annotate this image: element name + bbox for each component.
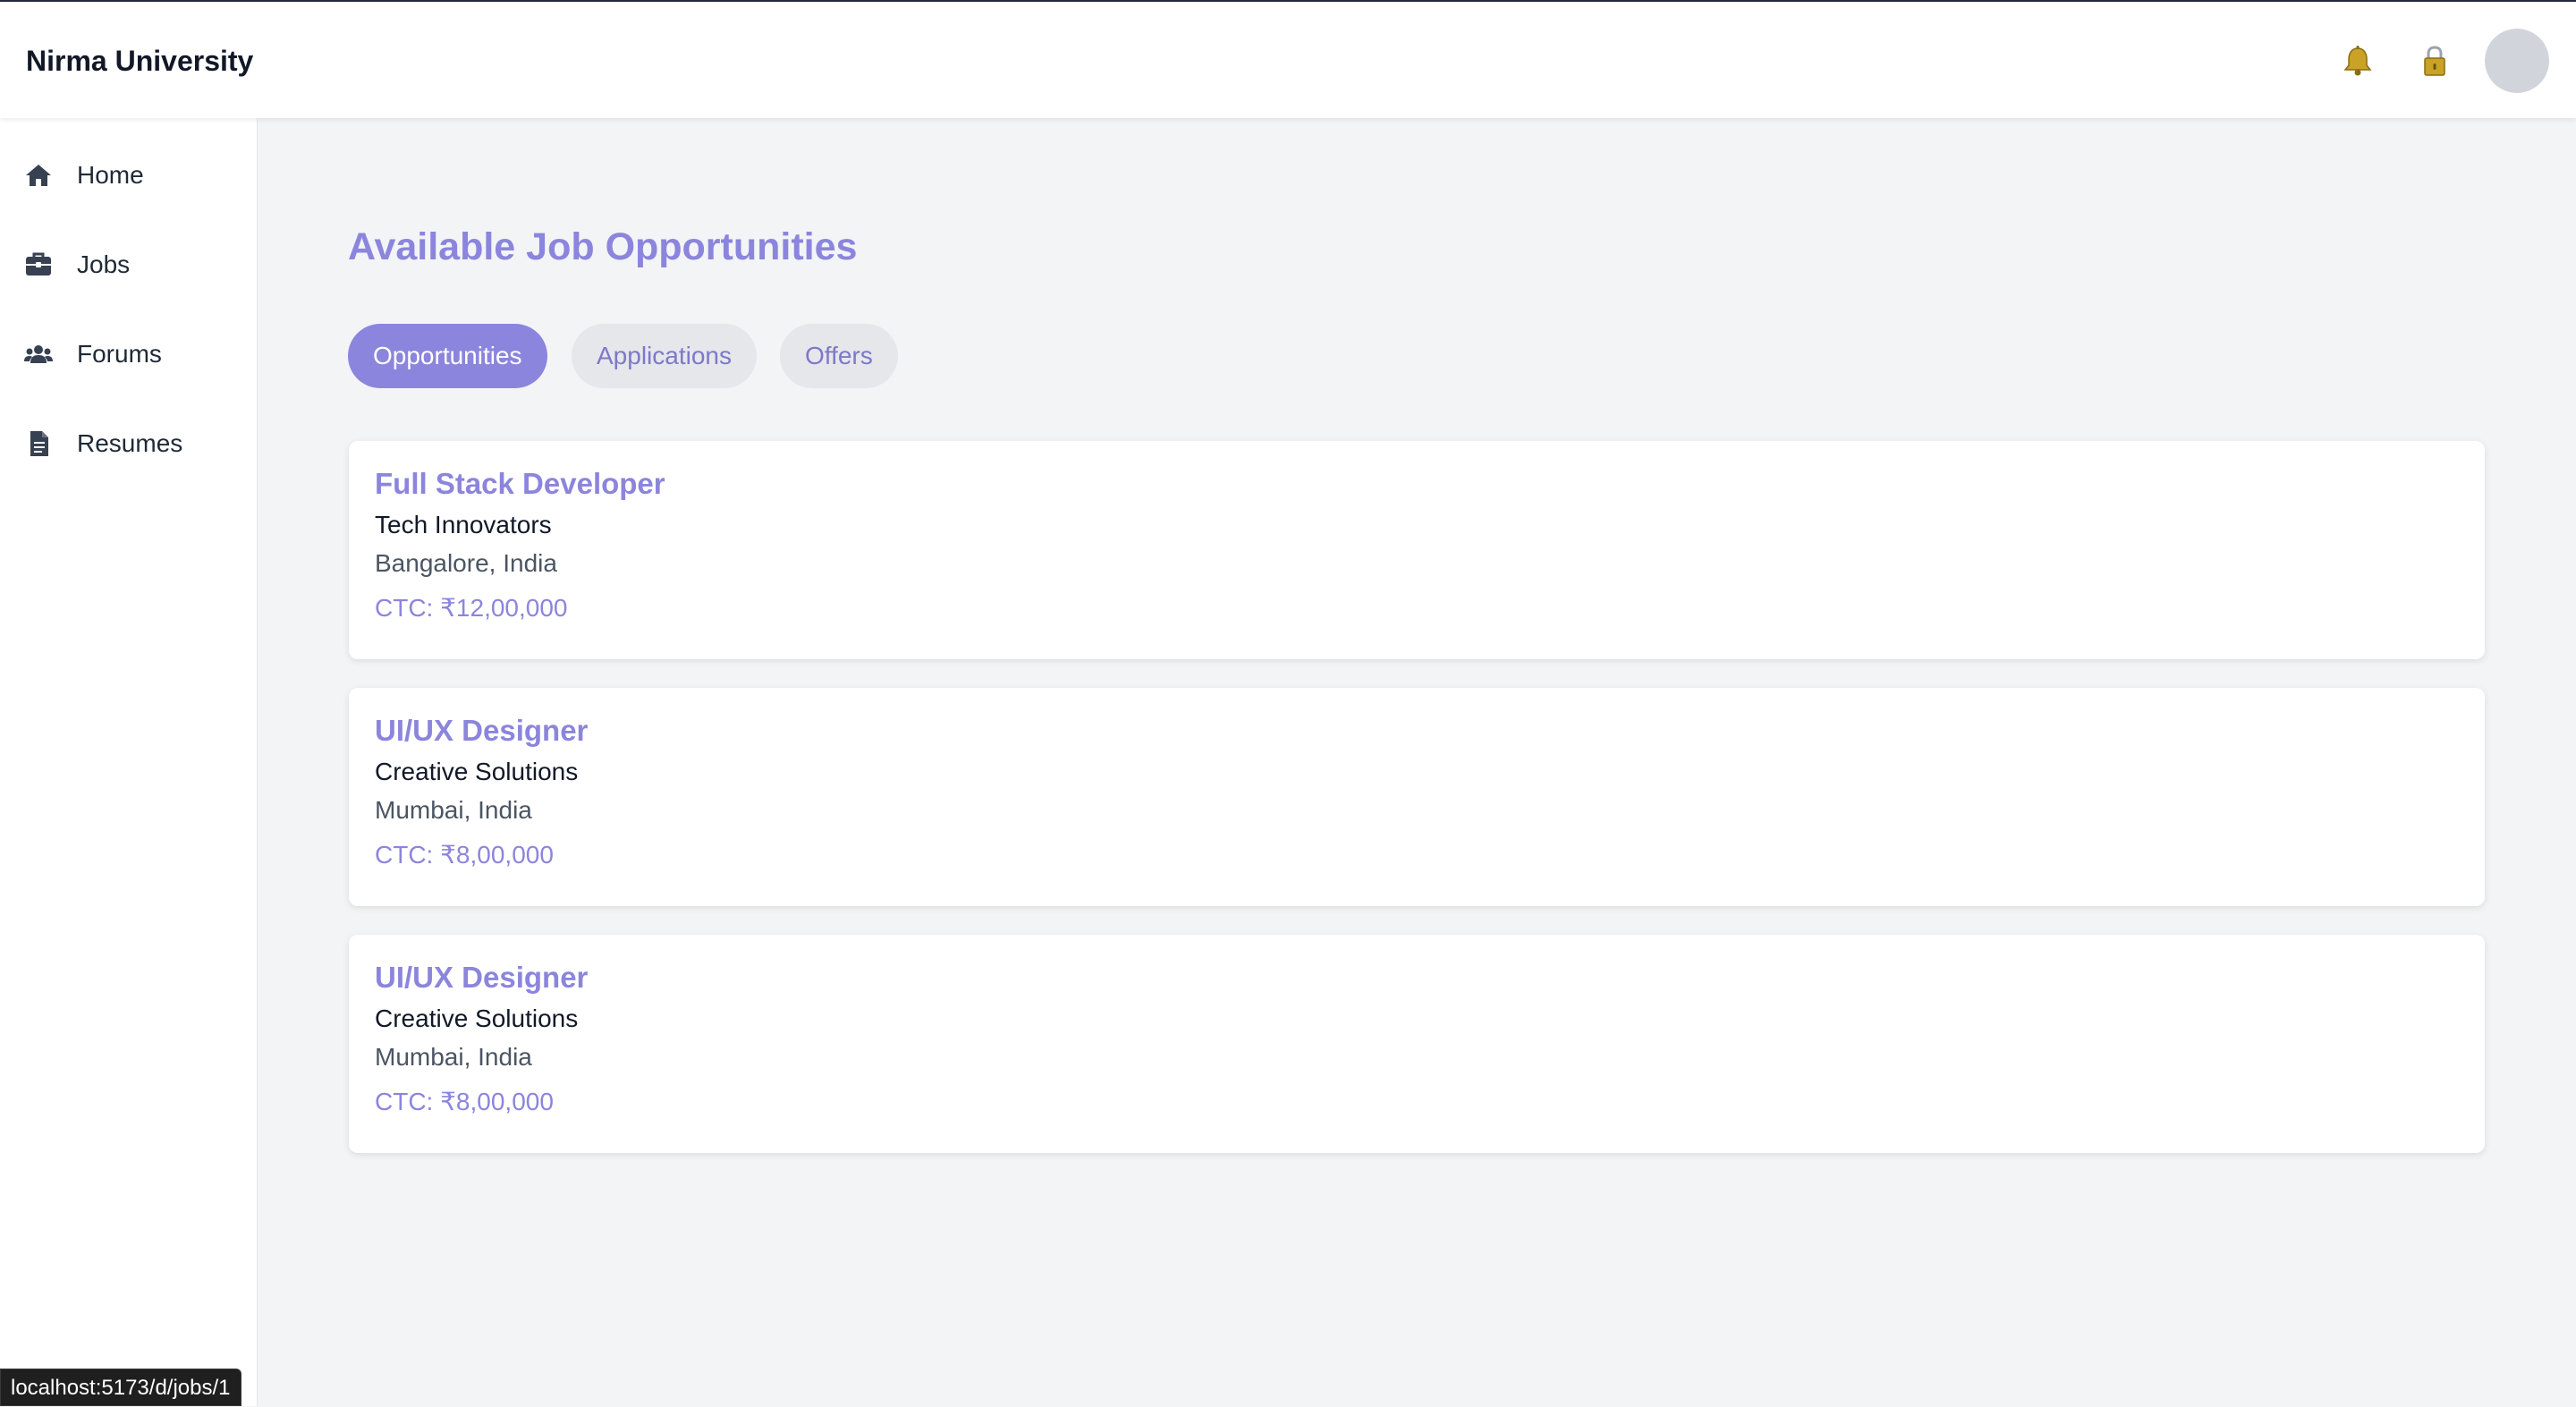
- tab-applications[interactable]: Applications: [572, 324, 757, 388]
- sidebar-item-resumes[interactable]: Resumes: [0, 411, 258, 476]
- bell-icon[interactable]: [2340, 43, 2376, 79]
- job-ctc: CTC: ₹8,00,000: [375, 1088, 554, 1115]
- job-card[interactable]: UI/UX Designer Creative Solutions Mumbai…: [349, 688, 2485, 906]
- job-ctc: CTC: ₹12,00,000: [375, 594, 568, 622]
- home-icon: [23, 160, 54, 191]
- document-icon: [23, 428, 54, 459]
- sidebar-item-jobs[interactable]: Jobs: [0, 233, 258, 297]
- sidebar-item-label: Jobs: [77, 250, 131, 278]
- job-location: Mumbai, India: [375, 1043, 532, 1071]
- tab-offers[interactable]: Offers: [780, 324, 898, 388]
- job-ctc: CTC: ₹8,00,000: [375, 841, 554, 869]
- job-title[interactable]: Full Stack Developer: [375, 466, 665, 502]
- job-card[interactable]: Full Stack Developer Tech Innovators Ban…: [349, 441, 2485, 659]
- lock-icon[interactable]: [2417, 43, 2453, 79]
- sidebar-item-label: Home: [77, 161, 144, 189]
- sidebar-item-forums[interactable]: Forums: [0, 322, 258, 386]
- top-navbar: Nirma University: [0, 0, 2576, 118]
- sidebar-item-label: Forums: [77, 340, 162, 368]
- page-title: Available Job Opportunities: [348, 225, 858, 268]
- users-icon: [23, 339, 54, 369]
- avatar[interactable]: [2485, 29, 2549, 93]
- job-company: Creative Solutions: [375, 1004, 579, 1032]
- job-location: Bangalore, India: [375, 549, 557, 577]
- briefcase-icon: [23, 250, 54, 280]
- job-title[interactable]: UI/UX Designer: [375, 960, 588, 996]
- status-bar-url: localhost:5173/d/jobs/1: [0, 1369, 242, 1406]
- brand-title[interactable]: Nirma University: [26, 43, 253, 79]
- sidebar-item-label: Resumes: [77, 429, 183, 457]
- sidebar: Home Jobs Forums Resumes: [0, 118, 258, 1406]
- job-card[interactable]: UI/UX Designer Creative Solutions Mumbai…: [349, 935, 2485, 1153]
- job-title[interactable]: UI/UX Designer: [375, 713, 588, 749]
- job-location: Mumbai, India: [375, 796, 532, 824]
- job-company: Tech Innovators: [375, 511, 552, 538]
- sidebar-item-home[interactable]: Home: [0, 143, 258, 208]
- tab-opportunities[interactable]: Opportunities: [348, 324, 547, 388]
- job-company: Creative Solutions: [375, 758, 579, 785]
